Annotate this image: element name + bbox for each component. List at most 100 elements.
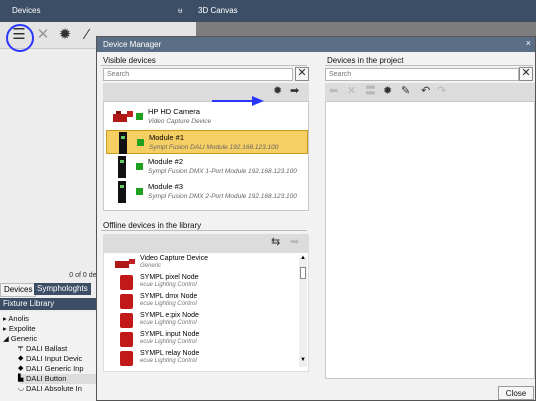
device-name: Module #3 bbox=[148, 182, 184, 191]
status-indicator bbox=[137, 139, 144, 146]
add-disabled-icon: ➡ bbox=[290, 236, 300, 248]
device-type: ecue Lighting Control bbox=[140, 301, 197, 307]
tree-item-expolite[interactable]: ▸ Expolite bbox=[3, 324, 36, 334]
device-type: Sympl Fusion DMX 1-Port Module 192.168.1… bbox=[148, 168, 297, 175]
status-indicator bbox=[136, 113, 143, 120]
device-counter: 0 of 0 dev bbox=[69, 272, 100, 279]
list-item[interactable]: SYMPL dmx Node ecue Lighting Control bbox=[108, 293, 298, 310]
visible-search-input[interactable] bbox=[103, 68, 293, 81]
scroll-down-icon[interactable]: ▼ bbox=[300, 357, 306, 363]
device-name: SYMPL dmx Node bbox=[140, 293, 198, 300]
dialog-title-bar: Device Manager × bbox=[97, 37, 535, 52]
offline-devices-list: Video Capture Device Generic SYMPL pixel… bbox=[103, 252, 309, 372]
pin-icon[interactable]: ᵾ bbox=[178, 6, 182, 15]
device-type: ecue Lighting Control bbox=[140, 358, 197, 364]
tree-item-dali-ballast[interactable]: DALI Ballast bbox=[26, 344, 67, 354]
node-icon bbox=[120, 313, 133, 328]
visible-devices-list: HP HD Camera Video Capture Device Module… bbox=[103, 101, 309, 211]
offline-scrollbar[interactable]: ▲ ▼ bbox=[299, 255, 307, 367]
project-devices-list bbox=[325, 101, 535, 379]
device-name: SYMPL relay Node bbox=[140, 350, 200, 357]
tree-item-dali-button[interactable]: DALI Button bbox=[20, 374, 96, 384]
close-icon[interactable]: × bbox=[526, 38, 531, 48]
clear-search-icon[interactable]: ✕ bbox=[295, 67, 309, 81]
tab-symphologhts[interactable]: Symphologhts bbox=[34, 283, 91, 295]
device-name: HP HD Camera bbox=[148, 107, 200, 116]
remove-from-project-icon: ⬅ bbox=[329, 85, 339, 97]
device-type: Sympl Fusion DALI Module 192.168.123.100 bbox=[149, 144, 279, 151]
list-item[interactable]: SYMPL relay Node ecue Lighting Control bbox=[108, 350, 298, 367]
add-to-project-icon[interactable]: ➡ bbox=[290, 85, 299, 98]
devices-panel-title: Devices bbox=[12, 6, 41, 15]
device-name: Module #1 bbox=[149, 133, 185, 142]
status-indicator bbox=[136, 163, 143, 170]
device-type: ecue Lighting Control bbox=[140, 282, 197, 288]
canvas-title: 3D Canvas bbox=[198, 6, 238, 15]
device-type: ecue Lighting Control bbox=[140, 320, 197, 326]
project-devices-label: Devices in the project bbox=[327, 56, 404, 65]
offline-toolbar: ⇆ ➡ bbox=[103, 234, 309, 252]
tree-item-generic[interactable]: ◢ Generic bbox=[3, 334, 37, 344]
tree-item-dali-input[interactable]: DALI Input Devic bbox=[26, 354, 82, 364]
list-item[interactable]: SYMPL pixel Node ecue Lighting Control bbox=[108, 274, 298, 291]
device-name: Module #2 bbox=[148, 157, 184, 166]
wand-icon[interactable]: ✎ bbox=[401, 85, 410, 98]
arrow-annotation bbox=[212, 96, 264, 106]
project-toolbar: ⬅ ✕ 〓 ✹ ✎ ↶ ↷ bbox=[325, 83, 535, 101]
project-search-input[interactable] bbox=[325, 68, 519, 81]
list-item[interactable]: SYMPL input Node ecue Lighting Control bbox=[108, 331, 298, 348]
undo-icon[interactable]: ↶ bbox=[421, 85, 430, 98]
node-icon bbox=[120, 332, 133, 347]
delete-icon: ✕ bbox=[347, 85, 357, 97]
clear-project-search-icon[interactable]: ✕ bbox=[519, 67, 533, 81]
absolute-icon: ◡ bbox=[18, 385, 25, 392]
tab-devices[interactable]: Devices bbox=[0, 283, 37, 297]
device-manager-dialog: Device Manager × Visible devices ✕ ✹ ➡ H… bbox=[96, 36, 536, 401]
node-icon bbox=[120, 351, 133, 366]
fixture-library-title: Fixture Library bbox=[0, 298, 96, 310]
module-icon bbox=[118, 156, 126, 178]
wand-icon[interactable]: ⁄ bbox=[78, 26, 96, 44]
light-icon[interactable]: ✹ bbox=[383, 85, 392, 98]
tree-item-dali-absolute[interactable]: DALI Absolute In bbox=[26, 384, 82, 394]
camera-icon bbox=[115, 259, 135, 268]
list-item[interactable]: HP HD Camera Video Capture Device bbox=[106, 105, 308, 129]
list-item-selected[interactable]: Module #1 Sympl Fusion DALI Module 192.1… bbox=[106, 130, 308, 154]
device-type: Video Capture Device bbox=[148, 118, 212, 125]
device-type: Generic bbox=[140, 263, 162, 269]
tree-item-dali-generic-input[interactable]: DALI Generic Inp bbox=[26, 364, 84, 374]
node-icon bbox=[120, 275, 133, 290]
ballast-icon: ╤ bbox=[18, 344, 23, 351]
light-icon[interactable]: ✹ bbox=[273, 85, 282, 98]
offline-devices-label: Offline devices in the library bbox=[103, 221, 202, 230]
scroll-up-icon[interactable]: ▲ bbox=[300, 255, 306, 261]
transfer-icon[interactable]: ⇆ bbox=[271, 236, 280, 249]
tree-item-anolis[interactable]: ▸ Anolis bbox=[3, 314, 29, 324]
close-button[interactable]: Close bbox=[498, 386, 534, 400]
list-item[interactable]: SYMPL e:pix Node ecue Lighting Control bbox=[108, 312, 298, 329]
list-item[interactable]: Module #3 Sympl Fusion DMX 2-Port Module… bbox=[106, 180, 308, 204]
fixture-tree: ▸ Anolis ▸ Expolite ◢ Generic DALI Balla… bbox=[0, 312, 96, 401]
module-icon bbox=[118, 181, 126, 203]
visible-devices-label: Visible devices bbox=[103, 56, 156, 65]
module-icon bbox=[119, 132, 127, 154]
highlight-circle bbox=[6, 24, 34, 52]
button-icon: ▙ bbox=[18, 375, 24, 382]
redo-icon: ↷ bbox=[437, 85, 447, 97]
panel-tabs: Devices Symphologhts bbox=[0, 283, 96, 297]
device-type: ecue Lighting Control bbox=[140, 339, 197, 345]
node-icon bbox=[120, 294, 133, 309]
divider bbox=[101, 65, 307, 66]
list-item[interactable]: Module #2 Sympl Fusion DMX 1-Port Module… bbox=[106, 155, 308, 179]
divider bbox=[101, 230, 307, 231]
input-icon: ◆ bbox=[18, 355, 24, 362]
dialog-title: Device Manager bbox=[103, 40, 162, 49]
scroll-thumb[interactable] bbox=[300, 267, 306, 279]
device-name: SYMPL pixel Node bbox=[140, 274, 199, 281]
device-name: Video Capture Device bbox=[140, 255, 208, 262]
app-title-bar: Devices ᵾ 3D Canvas bbox=[0, 0, 536, 22]
list-item[interactable]: Video Capture Device Generic bbox=[108, 255, 298, 272]
generic-input-icon: ◆ bbox=[18, 365, 24, 372]
device-type: Sympl Fusion DMX 2-Port Module 192.168.1… bbox=[148, 193, 297, 200]
light-icon[interactable]: ✹ bbox=[56, 26, 74, 44]
